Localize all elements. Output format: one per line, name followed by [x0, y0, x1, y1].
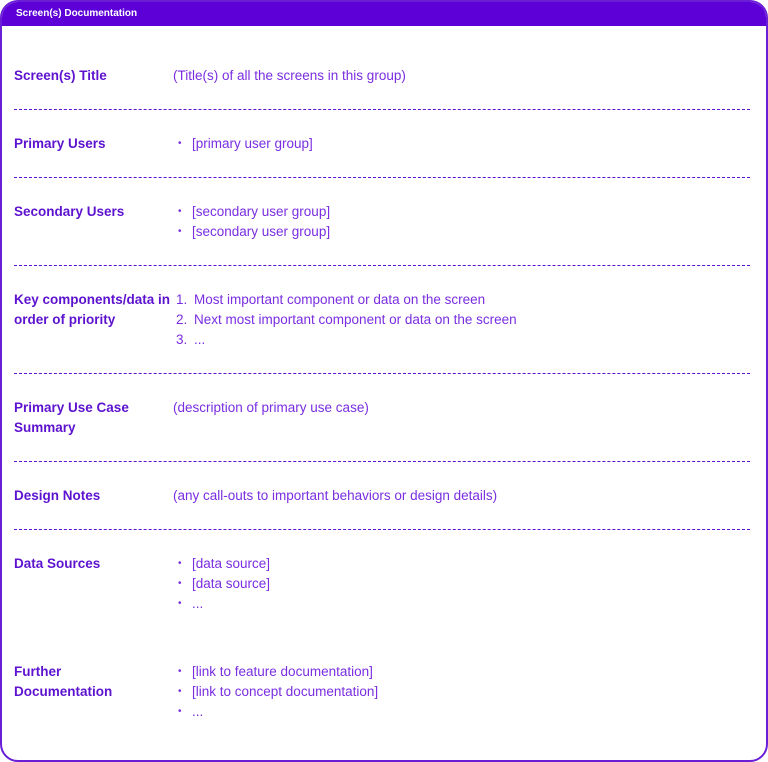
card-header: Screen(s) Documentation: [2, 2, 766, 26]
data-sources-list: • [data source] • [data source] •...: [174, 554, 270, 614]
section-label: Primary Use Case Summary: [14, 400, 129, 435]
section-label: Primary Users: [14, 136, 106, 151]
divider: [14, 109, 750, 110]
section-label: Further Documentation: [14, 664, 113, 699]
list-item: 3....: [176, 332, 206, 347]
key-components-list: 1. Most important component or data on th…: [176, 290, 517, 350]
section-label: Screen(s) Title: [14, 68, 107, 83]
primary-users-list: • [primary user group]: [174, 134, 313, 154]
section-label: Secondary Users: [14, 204, 125, 219]
bullet-icon: •: [178, 226, 182, 237]
list-item: •...: [174, 702, 378, 722]
bullet-icon: •: [178, 666, 182, 677]
list-item: • [data source]: [174, 574, 270, 594]
divider: [14, 177, 750, 178]
bullet-icon: •: [178, 686, 182, 697]
list-item: •...: [174, 594, 270, 614]
list-item: • [link to feature documentation]: [174, 662, 378, 682]
bullet-icon: •: [178, 206, 182, 217]
documentation-card: Screen(s) Documentation: [0, 0, 768, 762]
bullet-icon: •: [178, 598, 182, 609]
list-item: • [secondary user group]: [174, 202, 330, 222]
list-item: • [secondary user group]: [174, 222, 330, 242]
list-item: 2. Next most important component or data …: [176, 312, 517, 327]
bullet-icon: •: [178, 706, 182, 717]
list-item: • [data source]: [174, 554, 270, 574]
divider: [14, 461, 750, 462]
divider: [14, 265, 750, 266]
divider: [14, 373, 750, 374]
section-value: (any call-outs to important behaviors or…: [173, 488, 498, 503]
further-docs-list: • [link to feature documentation] • [link …: [174, 662, 378, 722]
bullet-icon: •: [178, 558, 182, 569]
section-label: Key components/data in order of priority: [14, 292, 171, 327]
section-label: Design Notes: [14, 488, 101, 503]
list-item: • [link to concept documentation]: [174, 682, 378, 702]
bullet-icon: •: [178, 138, 182, 149]
list-item: 1. Most important component or data on th…: [176, 292, 486, 307]
section-value: (Title(s) of all the screens in this gro…: [173, 68, 406, 83]
list-item: • [primary user group]: [174, 134, 313, 154]
secondary-users-list: • [secondary user group] • [secondary user…: [174, 202, 330, 242]
divider: [14, 529, 750, 530]
section-value: (description of primary use case): [173, 400, 369, 415]
section-label: Data Sources: [14, 556, 101, 571]
bullet-icon: •: [178, 578, 182, 589]
